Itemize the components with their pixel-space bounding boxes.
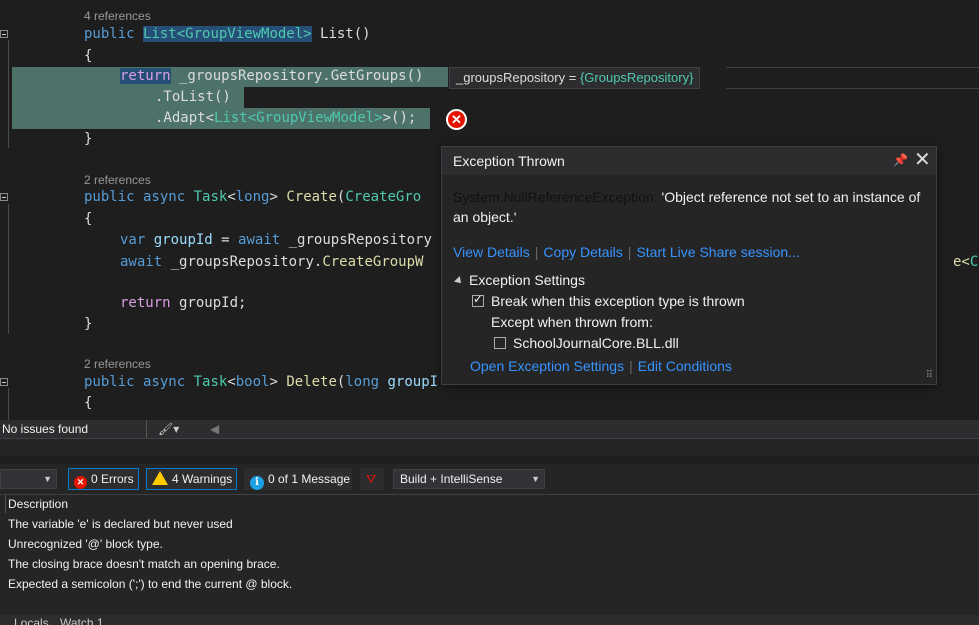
code-line: .ToList() [155,89,231,105]
tab-locals[interactable]: Locals [14,616,49,625]
module-checkbox[interactable] [494,337,506,349]
code-line: public async Task<bool> Delete(long grou… [84,374,439,390]
error-list-grid: The variable 'e' is declared but never u… [0,513,979,615]
code-editor[interactable]: 4 references public List<GroupViewModel>… [0,0,979,420]
break-checkbox-row[interactable]: Break when this exception type is thrown [472,292,745,309]
copy-details-link[interactable]: Copy Details [543,244,622,260]
view-details-link[interactable]: View Details [453,244,530,260]
exception-links: View Details | Copy Details | Start Live Sha… [453,244,800,260]
break-checkbox[interactable] [472,292,484,307]
fold-guide [8,204,9,334]
code-line: } [84,316,93,332]
scroll-left-icon[interactable]: ◀ [210,420,219,438]
codelens-references[interactable]: 4 references [84,9,151,23]
expand-triangle-icon [454,276,464,287]
code-line: } [84,131,93,147]
code-line: public async Task<long> Create(CreateGro [84,189,422,205]
pin-icon[interactable]: 📌 [893,153,908,167]
issues-status[interactable]: No issues found [2,420,88,438]
error-list-row[interactable]: Expected a semicolon (';') to end the cu… [8,577,292,591]
code-line: .Adapt<List<GroupViewModel>>(); [155,110,417,126]
bottom-tool-tabs: Locals Watch 1 [0,615,979,625]
close-icon[interactable]: ✕ [914,149,931,171]
datatip-border [726,67,979,89]
datatip[interactable]: _groupsRepository = {GroupsRepository} [449,67,701,89]
info-icon: i [250,476,264,490]
open-exception-settings-link[interactable]: Open Exception Settings [470,358,624,374]
brush-icon[interactable]: 🖌▾ [158,420,179,438]
fold-guide [8,388,9,420]
exception-message: System.NullReferenceException: 'Object r… [453,187,923,227]
exception-error-icon[interactable]: ✕ [446,109,467,130]
error-list-toolbar: ▼ ✕ 0 Errors 4 Warnings i0 of 1 Message ⛛… [0,464,979,494]
exception-type: System.NullReferenceException: [453,189,658,205]
code-line: return _groupsRepository.GetGroups() [120,68,424,84]
build-filter-dropdown[interactable]: Build + IntelliSense ▼ [393,469,545,489]
except-label: Except when thrown from: [491,314,653,330]
column-divider [5,495,6,513]
resize-grip-icon[interactable]: ⠿ [926,370,933,381]
error-list-row[interactable]: The variable 'e' is declared but never u… [8,517,233,531]
collapse-icon[interactable] [0,193,8,201]
editor-status-bar: No issues found 🖌▾ ◀ [0,420,979,438]
error-list-row[interactable]: Unrecognized '@' block type. [8,537,163,551]
collapse-icon[interactable] [0,30,8,38]
exception-bottom-links: Open Exception Settings | Edit Conditions [470,358,732,374]
codelens-references[interactable]: 2 references [84,173,151,187]
code-line: { [84,48,93,64]
code-line: { [84,395,93,411]
warnings-filter-button[interactable]: 4 Warnings [146,468,237,490]
edit-conditions-link[interactable]: Edit Conditions [638,358,732,374]
description-column-header[interactable]: Description [8,495,68,513]
panel-divider [0,438,979,456]
code-line: e<Cre [953,254,979,270]
error-list-header: Description [0,494,979,514]
live-share-link[interactable]: Start Live Share session... [636,244,799,260]
messages-filter-button[interactable]: i0 of 1 Message [244,468,352,490]
popup-title: Exception Thrown [453,153,565,169]
fold-guide [8,40,9,148]
error-list-row[interactable]: The closing brace doesn't match an openi… [8,557,280,571]
code-line: await _groupsRepository.CreateGroupW [120,254,424,270]
code-line: var groupId = await _groupsRepository [120,232,432,248]
code-line: public List<GroupViewModel> List() [84,26,371,42]
scope-dropdown[interactable]: ▼ [0,469,57,489]
codelens-references[interactable]: 2 references [84,357,151,371]
error-icon: ✕ [74,476,87,489]
exception-helper-popup: Exception Thrown 📌 ✕ System.NullReferenc… [441,146,937,385]
filter-icon[interactable]: ⛛ [360,468,384,490]
exception-settings-toggle[interactable]: Exception Settings [454,272,585,288]
tab-watch[interactable]: Watch 1 [60,616,104,625]
code-line: return groupId; [120,295,247,311]
code-line: { [84,211,93,227]
divider [146,420,147,438]
errors-filter-button[interactable]: ✕ 0 Errors [68,468,139,490]
popup-header: Exception Thrown 📌 ✕ [442,147,936,175]
collapse-icon[interactable] [0,378,8,386]
warning-icon [152,471,168,485]
module-checkbox-row[interactable]: SchoolJournalCore.BLL.dll [494,335,679,351]
